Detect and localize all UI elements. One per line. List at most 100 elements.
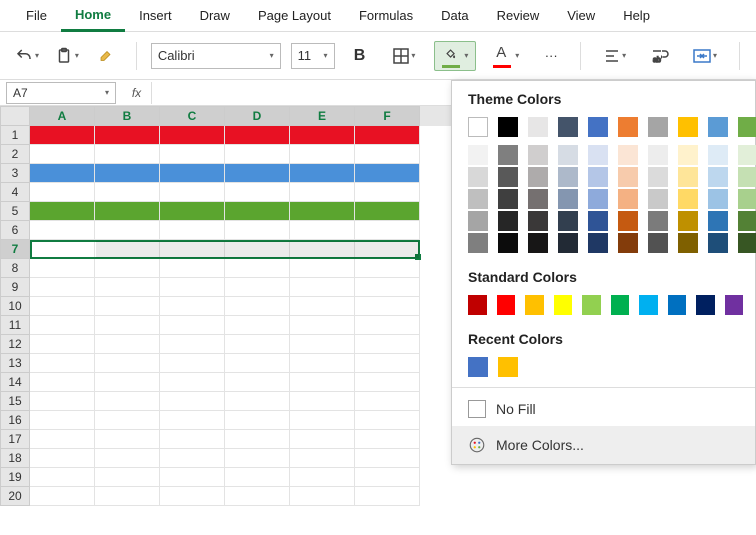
tab-file[interactable]: File	[12, 0, 61, 32]
row-header-7[interactable]: 7	[0, 240, 30, 259]
cell-A1[interactable]	[30, 126, 95, 145]
cell-E19[interactable]	[290, 468, 355, 487]
wrap-text-button[interactable]: ab	[645, 41, 675, 71]
cell-D18[interactable]	[225, 449, 290, 468]
fill-color-button[interactable]: ▾	[434, 41, 476, 71]
cell-B6[interactable]	[95, 221, 160, 240]
swatch[interactable]	[558, 211, 578, 231]
swatch[interactable]	[588, 211, 608, 231]
cell-C3[interactable]	[160, 164, 225, 183]
cell-D8[interactable]	[225, 259, 290, 278]
row-header-10[interactable]: 10	[0, 297, 30, 316]
row-header-9[interactable]: 9	[0, 278, 30, 297]
cell-A7[interactable]	[30, 240, 95, 259]
col-header-e[interactable]: E	[290, 106, 355, 126]
paste-button[interactable]: ▾	[52, 41, 82, 71]
swatch[interactable]	[668, 295, 687, 315]
row-header-12[interactable]: 12	[0, 335, 30, 354]
bold-button[interactable]: B	[345, 41, 375, 71]
cell-D4[interactable]	[225, 183, 290, 202]
borders-button[interactable]: ▾	[384, 41, 424, 71]
swatch[interactable]	[588, 189, 608, 209]
swatch[interactable]	[678, 117, 698, 137]
cell-F4[interactable]	[355, 183, 420, 202]
cell-A16[interactable]	[30, 411, 95, 430]
cell-E17[interactable]	[290, 430, 355, 449]
row-header-14[interactable]: 14	[0, 373, 30, 392]
cell-A15[interactable]	[30, 392, 95, 411]
row-header-11[interactable]: 11	[0, 316, 30, 335]
cell-C1[interactable]	[160, 126, 225, 145]
swatch[interactable]	[558, 117, 578, 137]
cell-F18[interactable]	[355, 449, 420, 468]
cell-B16[interactable]	[95, 411, 160, 430]
format-painter-button[interactable]	[92, 41, 122, 71]
cell-B12[interactable]	[95, 335, 160, 354]
row-header-17[interactable]: 17	[0, 430, 30, 449]
cell-D5[interactable]	[225, 202, 290, 221]
cell-D17[interactable]	[225, 430, 290, 449]
cell-B4[interactable]	[95, 183, 160, 202]
cell-C8[interactable]	[160, 259, 225, 278]
cell-B5[interactable]	[95, 202, 160, 221]
swatch[interactable]	[618, 117, 638, 137]
cell-B14[interactable]	[95, 373, 160, 392]
swatch[interactable]	[558, 167, 578, 187]
swatch[interactable]	[708, 189, 728, 209]
cell-B8[interactable]	[95, 259, 160, 278]
tab-formulas[interactable]: Formulas	[345, 0, 427, 32]
cell-E12[interactable]	[290, 335, 355, 354]
cell-C16[interactable]	[160, 411, 225, 430]
col-header-f[interactable]: F	[355, 106, 420, 126]
cell-F20[interactable]	[355, 487, 420, 506]
font-family-select[interactable]: Calibri ▾	[151, 43, 281, 69]
swatch[interactable]	[618, 233, 638, 253]
cell-D6[interactable]	[225, 221, 290, 240]
cell-B9[interactable]	[95, 278, 160, 297]
more-font-options[interactable]: ···	[536, 41, 566, 71]
tab-review[interactable]: Review	[483, 0, 554, 32]
cell-C17[interactable]	[160, 430, 225, 449]
swatch[interactable]	[708, 117, 728, 137]
swatch[interactable]	[738, 189, 756, 209]
swatch[interactable]	[528, 117, 548, 137]
cell-C11[interactable]	[160, 316, 225, 335]
row-header-3[interactable]: 3	[0, 164, 30, 183]
swatch[interactable]	[618, 145, 638, 165]
swatch[interactable]	[738, 117, 756, 137]
cell-D16[interactable]	[225, 411, 290, 430]
tab-page-layout[interactable]: Page Layout	[244, 0, 345, 32]
row-header-4[interactable]: 4	[0, 183, 30, 202]
swatch[interactable]	[648, 117, 668, 137]
cell-B13[interactable]	[95, 354, 160, 373]
row-header-15[interactable]: 15	[0, 392, 30, 411]
cell-A12[interactable]	[30, 335, 95, 354]
cell-F11[interactable]	[355, 316, 420, 335]
cell-C6[interactable]	[160, 221, 225, 240]
swatch[interactable]	[708, 145, 728, 165]
more-colors-option[interactable]: More Colors...	[452, 426, 755, 464]
cell-A19[interactable]	[30, 468, 95, 487]
tab-data[interactable]: Data	[427, 0, 482, 32]
swatch[interactable]	[525, 295, 544, 315]
col-header-d[interactable]: D	[225, 106, 290, 126]
tab-home[interactable]: Home	[61, 0, 125, 32]
row-header-5[interactable]: 5	[0, 202, 30, 221]
cell-E16[interactable]	[290, 411, 355, 430]
cell-A2[interactable]	[30, 145, 95, 164]
merge-button[interactable]: ▾	[685, 41, 725, 71]
swatch[interactable]	[498, 233, 518, 253]
cell-D15[interactable]	[225, 392, 290, 411]
cell-B1[interactable]	[95, 126, 160, 145]
cell-E1[interactable]	[290, 126, 355, 145]
swatch[interactable]	[678, 211, 698, 231]
swatch[interactable]	[468, 167, 488, 187]
name-box[interactable]: A7 ▾	[6, 82, 116, 104]
cell-E14[interactable]	[290, 373, 355, 392]
cell-C15[interactable]	[160, 392, 225, 411]
cell-D14[interactable]	[225, 373, 290, 392]
font-color-button[interactable]: A ▾	[486, 41, 526, 71]
cell-F14[interactable]	[355, 373, 420, 392]
cell-E11[interactable]	[290, 316, 355, 335]
swatch[interactable]	[708, 233, 728, 253]
